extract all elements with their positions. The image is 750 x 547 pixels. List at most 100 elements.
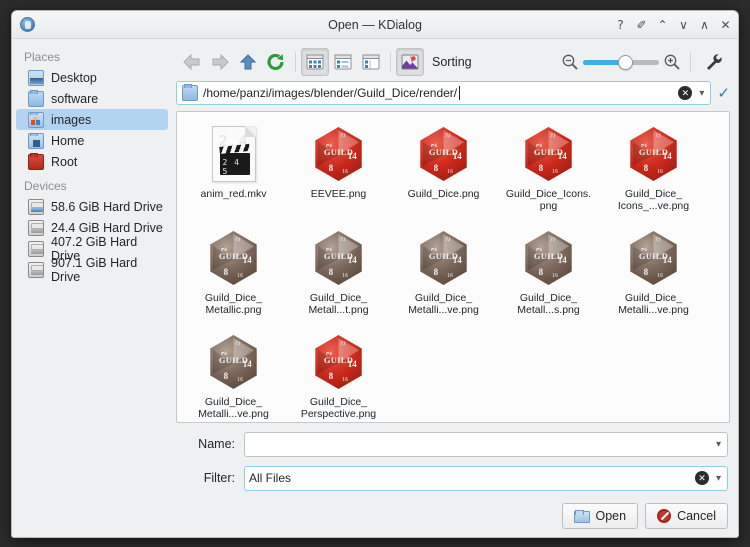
sidebar-item-drive-4[interactable]: 907.1 GiB Hard Drive (16, 256, 168, 284)
reload-icon (267, 53, 284, 71)
file-item[interactable]: 2 4 52 4 5 anim_red.mkv (181, 120, 286, 224)
filter-row: Filter: All Files ✕ ▾ (178, 465, 728, 491)
zoom-in-icon[interactable] (663, 53, 681, 71)
file-item[interactable]: GUILD 2 14 8 11 16 Guild_Dice_ Metallic.png (181, 224, 286, 328)
file-item[interactable]: GUILD 2 14 8 11 16 Guild_Dice_ Metall...s.png (496, 224, 601, 328)
reload-button[interactable] (262, 48, 290, 76)
zoom-out-icon[interactable] (561, 53, 579, 71)
detail-view-icon (362, 54, 380, 70)
cancel-icon (657, 509, 672, 523)
file-label: Guild_Dice_ Metall...t.png (308, 292, 369, 316)
file-label: Guild_Dice.png (407, 188, 480, 200)
dice-thumbnail: GUILD 2 14 8 11 16 (514, 122, 584, 186)
detail-view-button[interactable] (357, 48, 385, 76)
hard-drive-icon (28, 198, 44, 215)
navigation-toolbar: Sorting (176, 45, 730, 79)
pin-button[interactable]: ✐ (636, 19, 647, 31)
sidebar-item-label: 907.1 GiB Hard Drive (51, 255, 138, 284)
back-button[interactable] (178, 48, 206, 76)
home-folder-icon (28, 132, 44, 149)
maximize-button[interactable]: ∧ (699, 19, 710, 31)
dice-thumbnail: GUILD 2 14 8 11 16 (304, 122, 374, 186)
file-label: Guild_Dice_ Metalli...ve.png (618, 292, 689, 316)
file-item[interactable]: GUILD 2 14 8 11 16 Guild_Dice_ Metalli...ve.png (601, 224, 706, 328)
file-label: EEVEE.png (310, 188, 367, 200)
desktop-background: Open — KDialog ? ✐ ⌃ ∨ ∧ ✕ Places Deskto… (0, 0, 750, 547)
file-item[interactable]: GUILD 2 14 8 11 16 Guild_Dice_Icons. png (496, 120, 601, 224)
file-item[interactable]: GUILD 2 14 8 11 16 Guild_Dice.png (391, 120, 496, 224)
compact-view-icon (334, 54, 352, 70)
zoom-slider[interactable] (583, 54, 659, 70)
toolbar-separator (390, 52, 391, 72)
preview-icon (401, 54, 419, 70)
cancel-button-label: Cancel (677, 509, 716, 523)
file-list-view[interactable]: 2 4 52 4 5 anim_red.mkv GUILD21481116 EEVEE… (176, 111, 730, 423)
folder-icon (28, 89, 44, 107)
filter-input[interactable]: All Files ✕ ▾ (244, 465, 728, 491)
hard-drive-icon (28, 240, 44, 257)
open-button-label: Open (595, 509, 627, 523)
forward-icon (212, 53, 229, 71)
sidebar-item-root[interactable]: Root (16, 151, 168, 172)
file-dialog-window: Open — KDialog ? ✐ ⌃ ∨ ∧ ✕ Places Deskto… (11, 10, 739, 538)
file-item[interactable]: GUILD 2 14 8 11 16 Guild_Dice_ Perspective.png (286, 328, 391, 422)
file-item[interactable]: GUILD 2 14 8 11 16 Guild_Dice_ Metall...t.png (286, 224, 391, 328)
preview-button[interactable] (396, 48, 424, 76)
name-input[interactable]: ▾ (244, 431, 728, 457)
window-titlebar[interactable]: Open — KDialog ? ✐ ⌃ ∨ ∧ ✕ (12, 11, 738, 39)
sidebar-item-images[interactable]: images (16, 109, 168, 130)
video-file-icon: 2 4 52 4 5 (199, 122, 269, 186)
open-folder-icon (574, 509, 591, 523)
checkmark-icon[interactable]: ✓ (717, 84, 730, 102)
devices-group-title: Devices (24, 179, 67, 193)
folder-icon (182, 84, 198, 101)
up-button[interactable] (234, 48, 262, 76)
chevron-down-icon[interactable]: ▾ (697, 88, 706, 99)
dice-thumbnail: GUILD 2 14 8 11 16 (199, 330, 269, 394)
icon-view-button[interactable] (301, 48, 329, 76)
dice-thumbnail: GUILD 2 14 8 11 16 (514, 226, 584, 290)
minimize-button[interactable]: ∨ (678, 19, 689, 31)
images-folder-icon (28, 111, 44, 128)
compact-view-button[interactable] (329, 48, 357, 76)
clear-icon[interactable]: ✕ (678, 86, 693, 100)
icon-view-icon (306, 54, 324, 70)
sidebar-item-label: Desktop (51, 70, 97, 85)
file-item[interactable]: GUILD 2 14 8 11 16 Guild_Dice_ Metalli...ve.png (391, 224, 496, 328)
window-controls: ? ✐ ⌃ ∨ ∧ ✕ (615, 11, 731, 39)
path-text: /home/panzi/images/blender/Guild_Dice/re… (203, 86, 458, 100)
file-label: Guild_Dice_ Icons_...ve.png (617, 188, 690, 212)
file-item[interactable]: GUILD 2 14 8 11 16 Guild_Dice_ Icons_...ve.png (601, 120, 706, 224)
places-sidebar: Places Desktop software images Home Root… (12, 39, 172, 537)
sidebar-item-drive-1[interactable]: 58.6 GiB Hard Drive (16, 196, 168, 217)
help-button[interactable]: ? (615, 19, 626, 31)
forward-button[interactable] (206, 48, 234, 76)
chevron-down-icon[interactable]: ▾ (714, 473, 723, 484)
zoom-slider-handle[interactable] (617, 54, 633, 70)
chevron-down-icon[interactable]: ▾ (714, 439, 723, 450)
kdialog-icon (20, 17, 35, 32)
file-item[interactable]: GUILD 2 14 8 11 16 EEVEE.png (286, 120, 391, 224)
file-label: anim_red.mkv (200, 188, 267, 200)
dice-thumbnail: GUILD 2 14 8 11 16 (619, 122, 689, 186)
close-button[interactable]: ✕ (720, 19, 731, 31)
hard-drive-icon (28, 219, 44, 236)
sidebar-item-label: 58.6 GiB Hard Drive (51, 199, 163, 214)
zoom-controls (561, 48, 728, 76)
sidebar-item-label: Root (51, 154, 78, 169)
configure-button[interactable] (700, 48, 728, 76)
sidebar-item-desktop[interactable]: Desktop (16, 67, 168, 88)
dice-thumbnail: GUILD 2 14 8 11 16 (619, 226, 689, 290)
file-label: Guild_Dice_Icons. png (505, 188, 592, 212)
open-button[interactable]: Open (562, 503, 639, 529)
path-input[interactable]: /home/panzi/images/blender/Guild_Dice/re… (176, 81, 712, 105)
browser-pane: Sorting /home/panzi/images/blender/Guild… (172, 39, 738, 537)
sidebar-item-home[interactable]: Home (16, 130, 168, 151)
shade-button[interactable]: ⌃ (657, 19, 668, 31)
sorting-label[interactable]: Sorting (432, 55, 472, 69)
sidebar-item-label: software (51, 91, 99, 106)
cancel-button[interactable]: Cancel (645, 503, 728, 529)
file-item[interactable]: GUILD 2 14 8 11 16 Guild_Dice_ Metalli...ve.png (181, 328, 286, 422)
sidebar-item-software[interactable]: software (16, 88, 168, 109)
clear-icon[interactable]: ✕ (694, 471, 709, 485)
